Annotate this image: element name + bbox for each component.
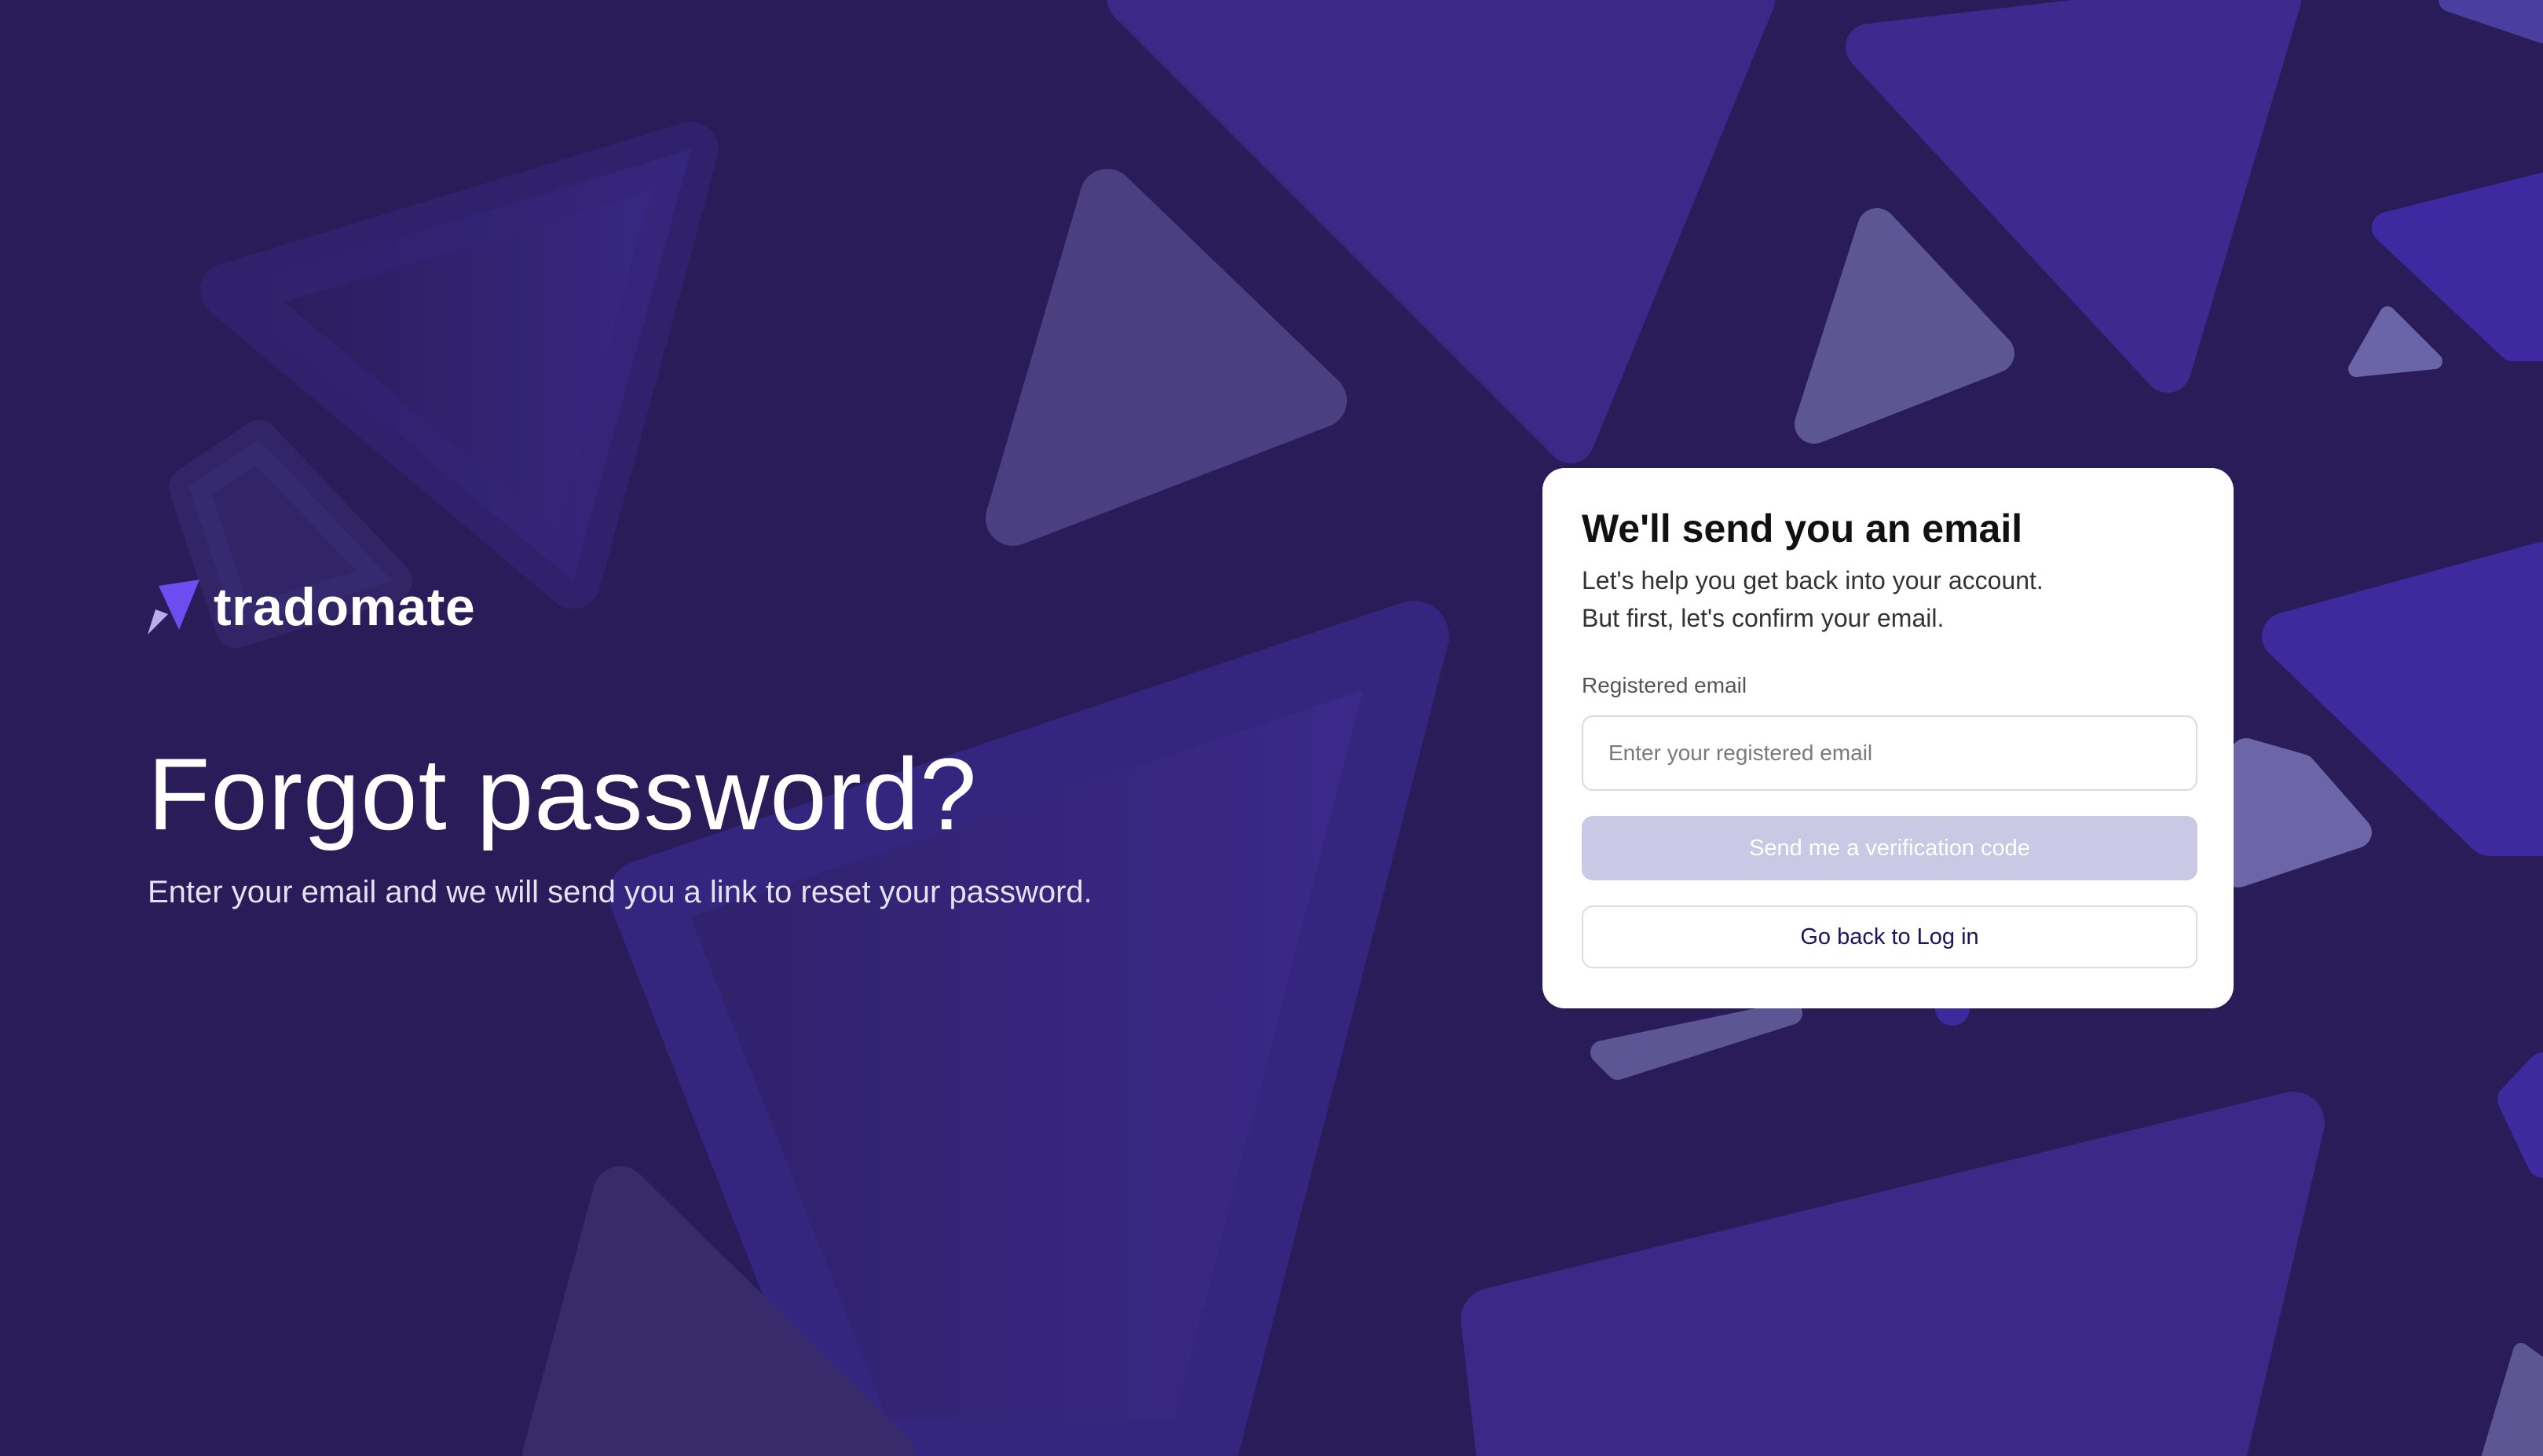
bg-triangle [2223,738,2372,887]
page-title: Forgot password? [148,737,978,851]
page-subtitle: Enter your email and we will send you a … [148,875,1092,909]
bg-triangle [1590,1001,1802,1080]
reset-card: We'll send you an email Let's help you g… [1542,468,2234,1008]
bg-triangle [1461,1092,2325,1456]
bg-triangle [2482,1343,2543,1456]
send-verification-button[interactable]: Send me a verification code [1582,816,2197,880]
card-description-line: Let's help you get back into your accoun… [1582,566,2044,594]
hero-section: tradomate Forgot password? Enter your em… [148,580,1092,911]
email-label: Registered email [1582,673,1747,697]
card-description: Let's help you get back into your accoun… [1582,562,2196,637]
bg-triangle [2497,1052,2543,1178]
card-title: We'll send you an email [1582,507,2023,551]
bg-triangle [2348,306,2442,377]
bg-triangle [1795,208,2014,444]
back-to-login-button[interactable]: Go back to Log in [1582,905,2197,968]
brand-logo[interactable]: tradomate [148,580,1092,635]
email-field[interactable] [1582,715,2197,791]
paper-plane-icon [148,580,199,635]
brand-name: tradomate [214,577,476,637]
bg-triangle [2439,0,2543,43]
bg-triangle [2372,173,2543,361]
card-description-line: But first, let's confirm your email. [1582,604,1945,632]
bg-triangle [986,169,1347,546]
